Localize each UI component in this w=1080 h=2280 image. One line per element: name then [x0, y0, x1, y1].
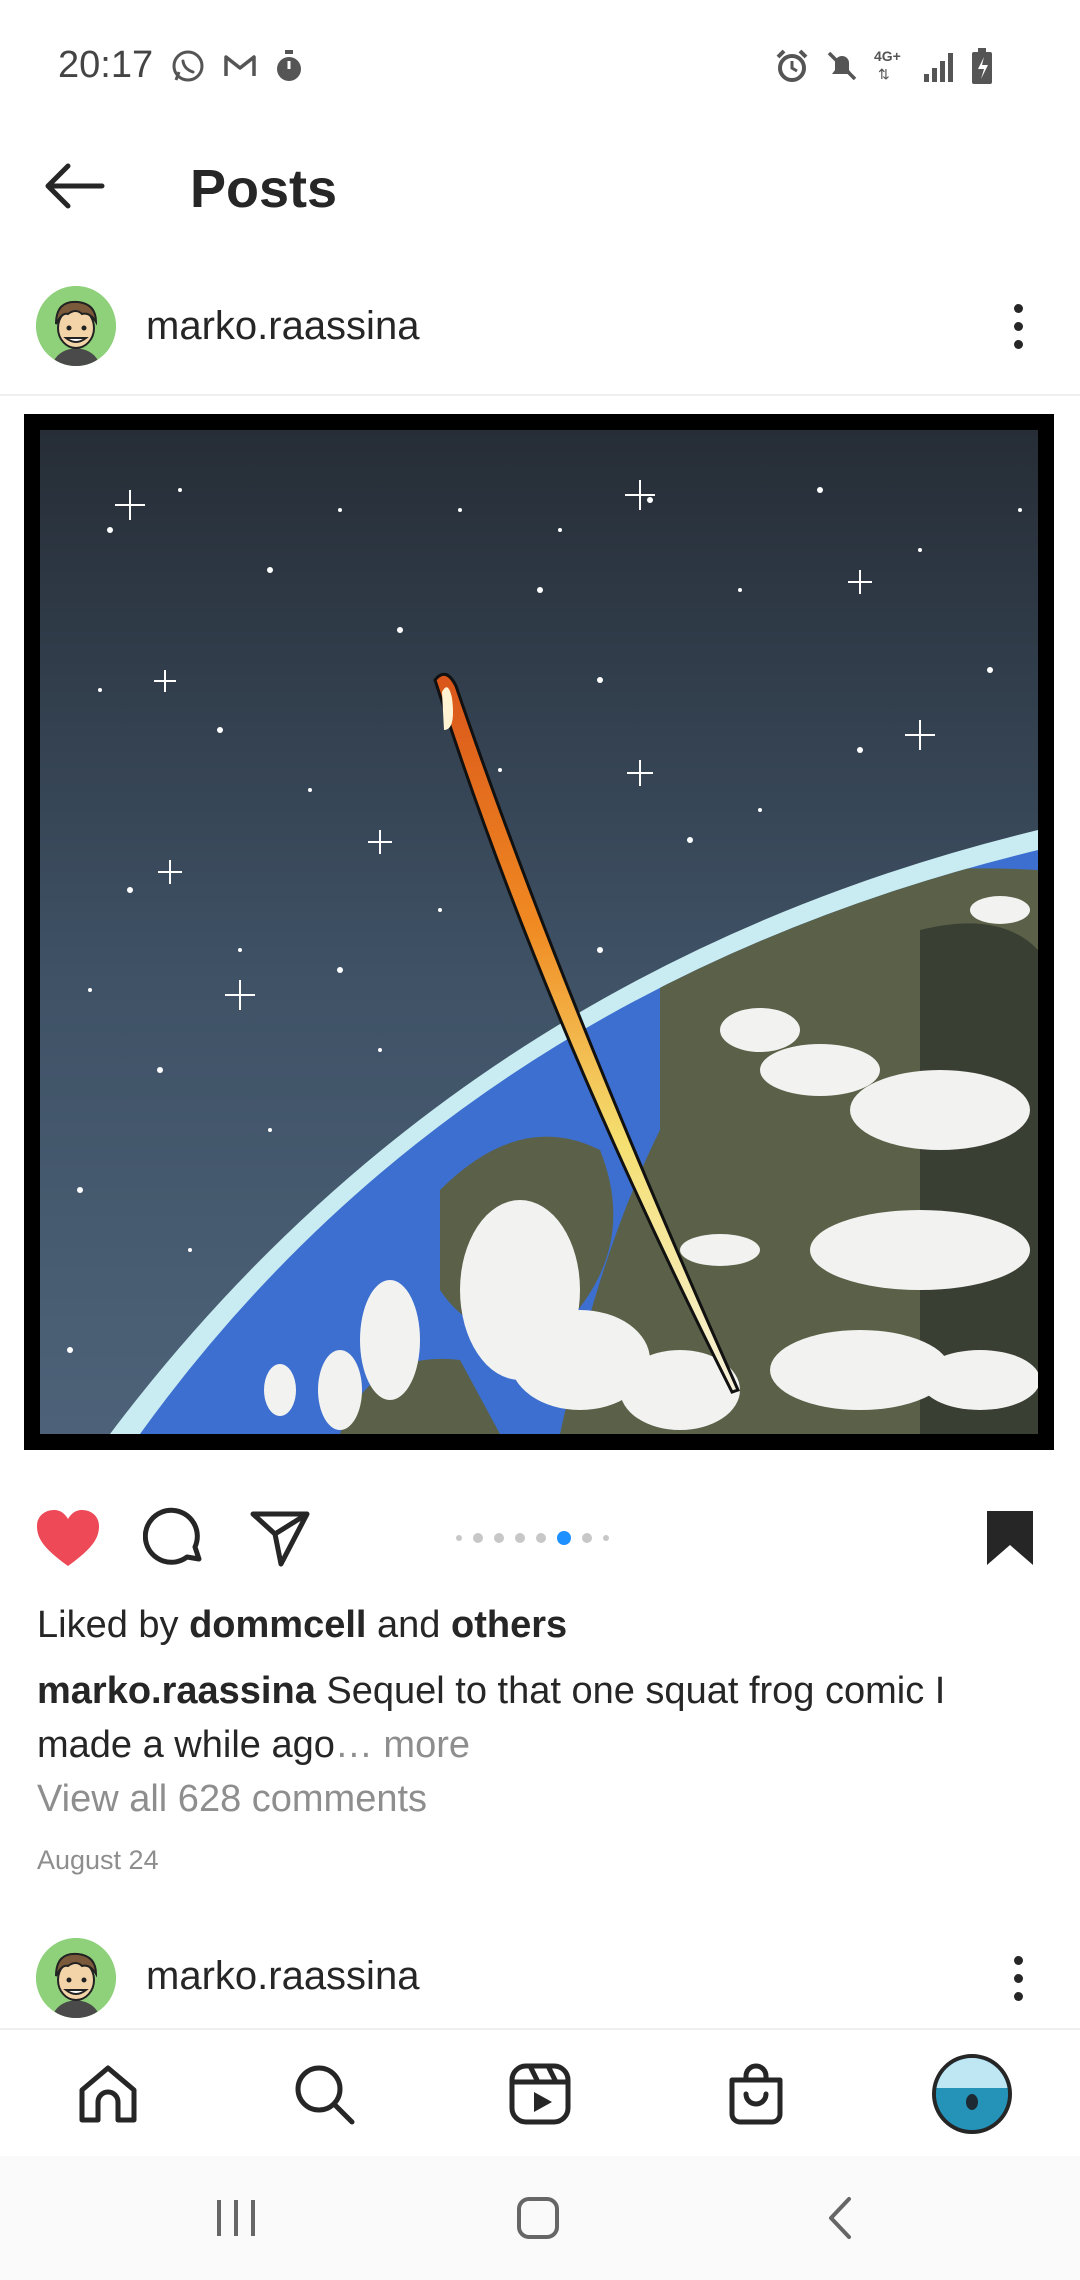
view-comments-link[interactable]: View all 628 comments — [37, 1778, 427, 1821]
next-post-header: marko.raassina — [0, 1916, 1080, 2032]
home-system-button[interactable] — [498, 2186, 578, 2250]
shop-icon — [729, 2063, 783, 2125]
carousel-dot — [456, 1535, 462, 1541]
share-button[interactable] — [242, 1500, 318, 1576]
save-button[interactable] — [972, 1500, 1048, 1576]
nav-reels[interactable] — [500, 2054, 580, 2134]
search-icon — [295, 2065, 355, 2125]
caption-username[interactable]: marko.raassina — [37, 1670, 316, 1712]
carousel-dot — [494, 1533, 504, 1543]
likes-conjunction: and — [366, 1604, 452, 1646]
send-icon — [250, 1511, 310, 1567]
page-title: Posts — [190, 159, 338, 219]
divider — [0, 394, 1080, 396]
heart-filled-icon — [37, 1510, 99, 1566]
profile-avatar — [932, 2054, 1012, 2134]
comment-icon — [143, 1507, 202, 1565]
back-system-button[interactable] — [800, 2186, 880, 2250]
bottom-navigation — [0, 2028, 1080, 2156]
caption-more-link[interactable]: … more — [335, 1724, 470, 1766]
comic-earth-meteor-image — [40, 430, 1038, 1434]
next-post-username[interactable]: marko.raassina — [146, 1954, 419, 1999]
recent-apps-icon — [217, 2200, 255, 2236]
carousel-dot — [536, 1533, 546, 1543]
comment-button[interactable] — [136, 1500, 212, 1576]
liked-by-user[interactable]: dommcell — [189, 1604, 366, 1646]
home-icon — [79, 2065, 137, 2123]
post-image[interactable] — [24, 414, 1054, 1450]
status-icons-right: 4G+ ⇅ — [774, 46, 994, 86]
signal-icon — [924, 53, 953, 82]
post-actions — [0, 1500, 1080, 1580]
system-navigation — [0, 2156, 1080, 2280]
battery-icon — [972, 48, 992, 84]
likes-summary[interactable]: Liked by dommcell and others — [37, 1604, 567, 1647]
app-header: Posts — [0, 130, 1080, 246]
status-bar: 20:17 4G+ ⇅ — [0, 0, 1080, 130]
carousel-indicator — [456, 1531, 609, 1545]
post-options-button[interactable] — [996, 286, 1040, 366]
carousel-dot — [473, 1533, 483, 1543]
home-square-icon — [517, 2197, 559, 2239]
alarm-icon — [776, 49, 808, 82]
post-header: marko.raassina — [0, 268, 1080, 384]
nav-profile[interactable] — [932, 2054, 1012, 2134]
avatar[interactable] — [36, 286, 116, 366]
mute-icon — [827, 51, 857, 81]
post-username[interactable]: marko.raassina — [146, 304, 419, 349]
avatar[interactable] — [36, 1938, 116, 2018]
post-date: August 24 — [37, 1845, 159, 1875]
timer-icon — [277, 50, 301, 81]
post-caption: marko.raassina Sequel to that one squat … — [37, 1664, 1047, 1772]
gmail-icon — [224, 55, 256, 76]
carousel-dot — [515, 1533, 525, 1543]
like-button[interactable] — [30, 1500, 106, 1576]
reels-icon — [509, 2063, 571, 2125]
carousel-dot-active — [557, 1531, 571, 1545]
avatar-cartoon-icon — [36, 286, 116, 366]
bookmark-filled-icon — [987, 1511, 1033, 1565]
carousel-dot — [582, 1533, 592, 1543]
back-button[interactable] — [38, 150, 110, 222]
likes-prefix: Liked by — [37, 1604, 190, 1646]
status-time: 20:17 — [58, 44, 154, 86]
avatar-cartoon-icon — [36, 1938, 116, 2018]
chevron-left-icon — [829, 2197, 851, 2239]
liked-by-others[interactable]: others — [451, 1604, 567, 1646]
profile-photo-icon — [936, 2058, 1008, 2130]
nav-shop[interactable] — [716, 2054, 796, 2134]
whatsapp-icon — [172, 50, 204, 82]
arrow-left-icon — [45, 163, 105, 209]
carousel-dot — [603, 1535, 609, 1541]
nav-search[interactable] — [284, 2054, 364, 2134]
recent-apps-button[interactable] — [196, 2186, 276, 2250]
network-4g-icon: 4G+ ⇅ — [874, 48, 901, 82]
nav-home[interactable] — [68, 2054, 148, 2134]
next-post-options-button[interactable] — [996, 1938, 1040, 2018]
